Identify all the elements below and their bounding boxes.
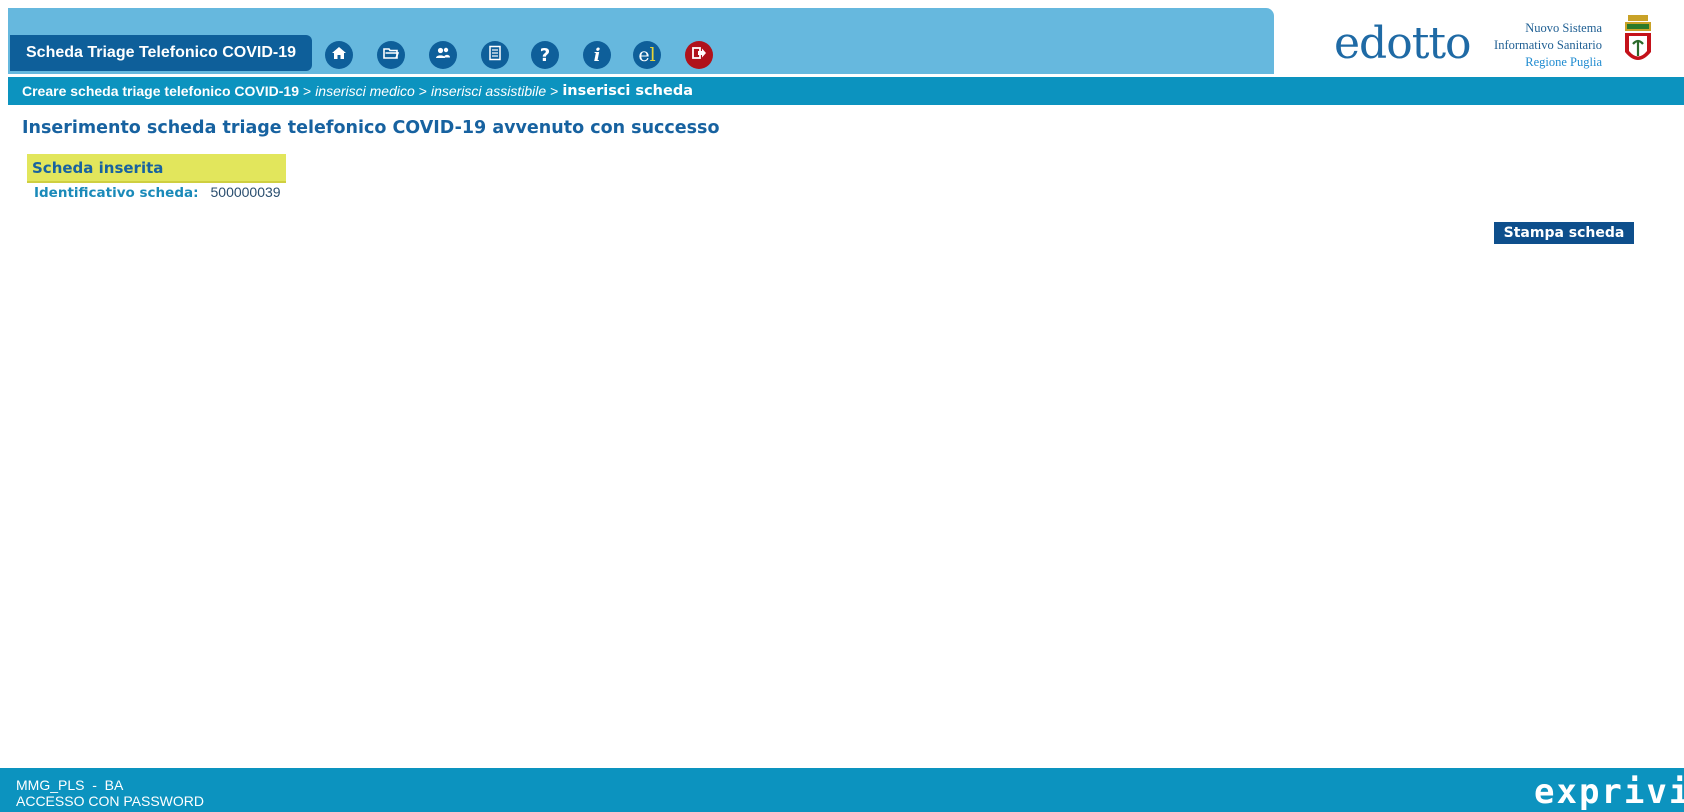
breadcrumb-separator: > — [418, 83, 427, 99]
users-icon — [435, 45, 451, 66]
breadcrumb: Creare scheda triage telefonico COVID-19… — [8, 77, 1684, 105]
edotto-logo: edotto — [1334, 18, 1472, 69]
footer: MMG_PLS - BA ACCESSO CON PASSWORD expriv… — [0, 768, 1684, 812]
regione-puglia-crest-icon — [1622, 14, 1654, 70]
breadcrumb-separator: > — [550, 83, 559, 99]
home-button[interactable] — [325, 41, 353, 69]
footer-access-line: ACCESSO CON PASSWORD — [16, 793, 204, 809]
elearning-icon: el — [638, 44, 656, 66]
page-title: Inserimento scheda triage telefonico COV… — [22, 118, 720, 138]
exit-icon — [691, 45, 707, 66]
exprivia-logo: exprivia — [1534, 772, 1684, 812]
nsis-line-3: Regione Puglia — [1525, 55, 1602, 69]
document-button[interactable] — [481, 41, 509, 69]
footer-user-line: MMG_PLS - BA — [16, 777, 124, 793]
nsis-line-2: Informativo Sanitario — [1494, 38, 1602, 52]
help-button[interactable]: ? — [531, 41, 559, 69]
nsis-line-1: Nuovo Sistema — [1525, 21, 1602, 35]
document-icon — [487, 45, 503, 66]
app-title: Scheda Triage Telefonico COVID-19 — [10, 35, 312, 71]
users-button[interactable] — [429, 41, 457, 69]
nsis-label: Nuovo Sistema Informativo Sanitario Regi… — [1492, 20, 1602, 71]
breadcrumb-step-medico[interactable]: inserisci medico — [315, 83, 415, 99]
home-icon — [331, 45, 347, 66]
print-scheda-button[interactable]: Stampa scheda — [1494, 222, 1634, 244]
breadcrumb-current: inserisci scheda — [562, 83, 693, 99]
breadcrumb-step-create[interactable]: Creare scheda triage telefonico COVID-19 — [22, 83, 299, 99]
folder-icon — [383, 45, 400, 66]
exit-button[interactable] — [685, 41, 713, 69]
info-icon: i — [593, 44, 601, 66]
info-button[interactable]: i — [583, 41, 611, 69]
breadcrumb-separator: > — [303, 83, 312, 99]
footer-user-info: MMG_PLS - BA ACCESSO CON PASSWORD — [16, 777, 204, 809]
logo-area: edotto Nuovo Sistema Informativo Sanitar… — [1274, 8, 1684, 74]
help-icon: ? — [539, 44, 551, 66]
scheda-id-label: Identificativo scheda: — [34, 185, 199, 201]
scheda-id-value: 500000039 — [210, 184, 281, 200]
breadcrumb-step-assistibile[interactable]: inserisci assistibile — [431, 83, 546, 99]
elearning-button[interactable]: el — [633, 41, 661, 69]
panel-title: Scheda inserita — [27, 154, 286, 183]
open-folder-button[interactable] — [377, 41, 405, 69]
scheda-id-row: Identificativo scheda: 500000039 — [34, 184, 281, 201]
